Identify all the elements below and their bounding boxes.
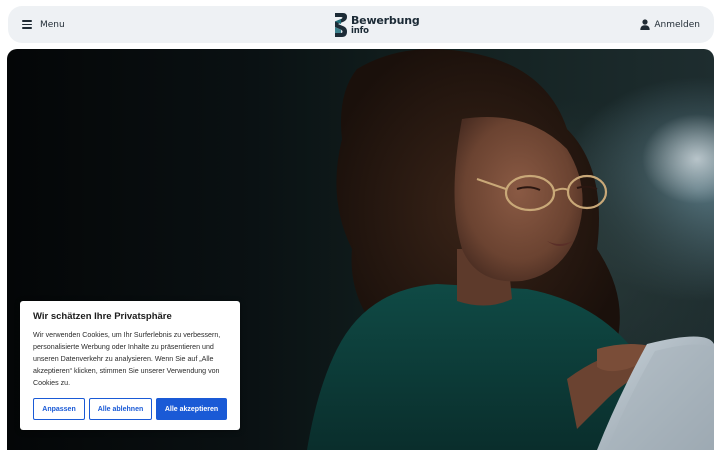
logo-line-2: info bbox=[351, 25, 369, 36]
cookie-description: Wir verwenden Cookies, um Ihr Surferlebn… bbox=[33, 331, 221, 387]
logo-wordmark: Bewerbung info bbox=[351, 15, 420, 36]
menu-button[interactable]: Menu bbox=[22, 20, 65, 30]
login-label: Anmelden bbox=[654, 19, 700, 30]
site-header: Menu Bewerbung info Anmelden bbox=[8, 6, 714, 43]
customize-button[interactable]: Anpassen bbox=[33, 398, 85, 420]
reject-all-button[interactable]: Alle ablehnen bbox=[89, 398, 152, 420]
cookie-consent-dialog: Wir schätzen Ihre Privatsphäre Wir verwe… bbox=[20, 301, 240, 430]
hamburger-icon bbox=[22, 20, 32, 29]
cookie-button-row: Anpassen Alle ablehnen Alle akzeptieren bbox=[33, 398, 227, 420]
logo-mark-icon bbox=[335, 13, 347, 37]
site-logo[interactable]: Bewerbung info bbox=[334, 12, 420, 38]
login-button[interactable]: Anmelden bbox=[640, 19, 700, 30]
menu-label: Menu bbox=[40, 19, 65, 30]
logo-line-1: Bewerbung bbox=[351, 13, 420, 27]
cookie-title: Wir schätzen Ihre Privatsphäre bbox=[33, 311, 172, 322]
user-icon bbox=[640, 19, 651, 30]
accept-all-button[interactable]: Alle akzeptieren bbox=[156, 398, 227, 420]
